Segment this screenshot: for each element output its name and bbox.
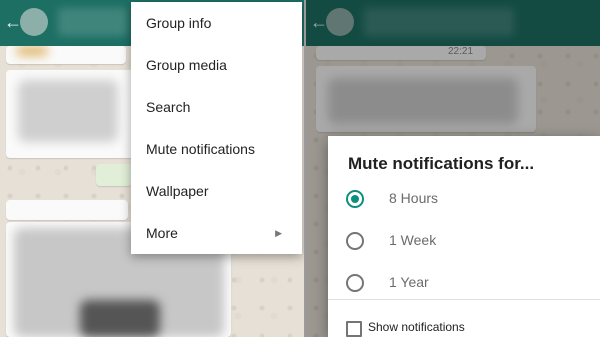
- menu-item-more[interactable]: More ▶: [131, 212, 302, 254]
- radio-option-1-year[interactable]: 1 Year: [346, 272, 586, 296]
- chevron-right-icon: ▶: [275, 228, 282, 238]
- radio-unselected-icon[interactable]: [346, 232, 364, 250]
- menu-item-group-info[interactable]: Group info: [131, 2, 302, 44]
- checkbox-label: Show notifications: [368, 320, 465, 334]
- mute-dialog: Mute notifications for... 8 Hours 1 Week…: [328, 136, 600, 337]
- menu-item-wallpaper[interactable]: Wallpaper: [131, 170, 302, 212]
- radio-option-8-hours[interactable]: 8 Hours: [346, 188, 586, 212]
- chat-bubble: [6, 200, 128, 220]
- menu-item-group-media[interactable]: Group media: [131, 44, 302, 86]
- show-notifications-checkbox[interactable]: [346, 321, 362, 337]
- dialog-divider: [328, 299, 600, 300]
- menu-item-search[interactable]: Search: [131, 86, 302, 128]
- chat-title[interactable]: [58, 8, 128, 36]
- radio-unselected-icon[interactable]: [346, 274, 364, 292]
- option-label: 1 Week: [389, 232, 437, 248]
- blurred-media: [80, 300, 160, 337]
- radio-option-1-week[interactable]: 1 Week: [346, 230, 586, 254]
- blurred-media: [16, 46, 48, 56]
- right-screen: 22:21 ← Mute notifications for... 8 Hour…: [306, 0, 600, 337]
- overflow-menu: Group info Group media Search Mute notif…: [131, 2, 302, 254]
- avatar[interactable]: [20, 8, 48, 36]
- chat-bubble: [96, 164, 132, 186]
- left-screen: ← Group info Group media Search Mute not…: [0, 0, 304, 337]
- dialog-title: Mute notifications for...: [348, 154, 535, 173]
- radio-selected-icon[interactable]: [346, 190, 364, 208]
- option-label: 8 Hours: [389, 190, 439, 206]
- menu-item-mute-notifications[interactable]: Mute notifications: [131, 128, 302, 170]
- option-label: 1 Year: [389, 274, 429, 290]
- blurred-media: [18, 80, 118, 142]
